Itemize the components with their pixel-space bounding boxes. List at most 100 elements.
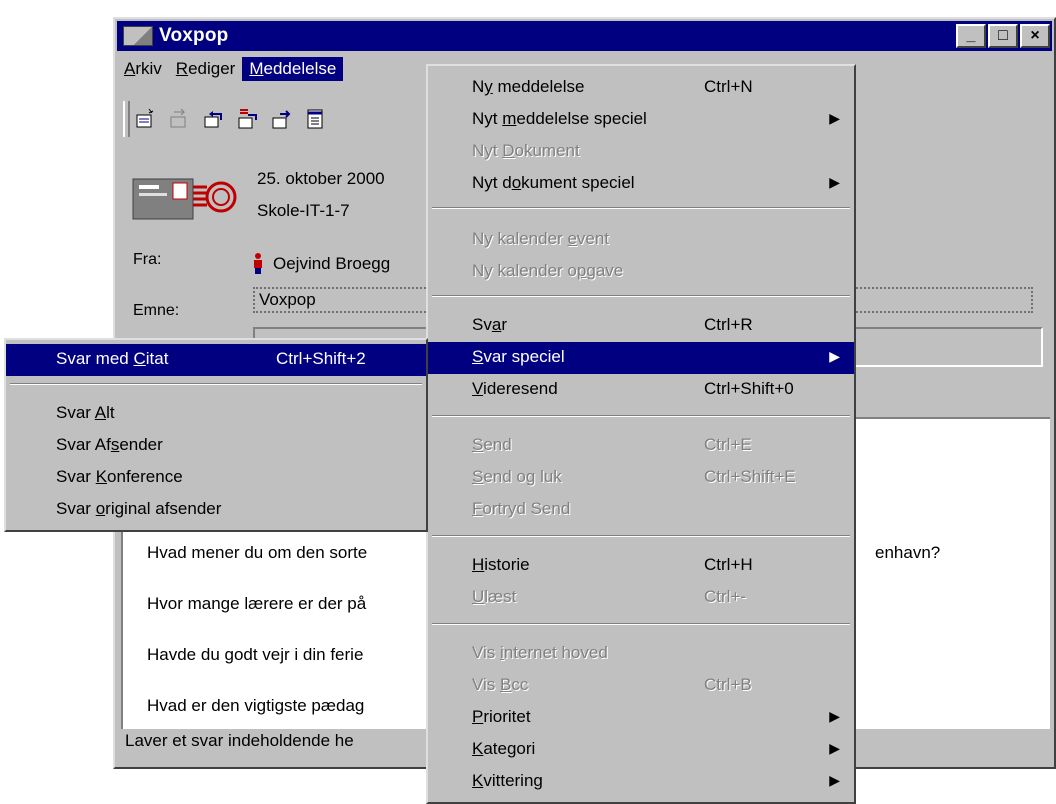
toolbar <box>123 99 423 139</box>
label-post: itat <box>145 349 169 368</box>
menu-rediger-mnemonic: R <box>175 59 189 78</box>
menu-item-svar[interactable]: Svar Ctrl+R <box>428 310 854 342</box>
label-mnemonic: B <box>500 675 512 694</box>
menu-item-nyt-meddelelse-speciel[interactable]: Nyt meddelelse speciel ▶ <box>428 104 854 136</box>
label-pre: Svar Af <box>56 435 111 454</box>
title-bar[interactable]: Voxpop _ □ × <box>117 21 1052 51</box>
submenu-item-svar-afsender[interactable]: Svar Afsender <box>6 430 426 462</box>
submenu-arrow-icon: ▶ <box>829 348 840 364</box>
label-pre: Vis <box>472 643 501 662</box>
menu-item-videresend[interactable]: Videresend Ctrl+Shift+0 <box>428 374 854 406</box>
label-post: meddelelse <box>492 77 585 96</box>
send-button[interactable] <box>269 106 295 132</box>
label-mnemonic: p <box>576 261 587 280</box>
forward-icon <box>170 108 186 128</box>
menu-separator <box>10 383 422 385</box>
menu-rediger-label: ediger <box>188 59 236 78</box>
body-line-2: Hvor mange lærere er der på <box>147 594 367 613</box>
menu-item-send: Send Ctrl+E <box>428 430 854 462</box>
reply-all-icon <box>238 109 257 129</box>
submenu-arrow-icon: ▶ <box>829 708 840 724</box>
menu-item-nyt-dokument: Nyt Dokument <box>428 136 854 168</box>
window-title: Voxpop <box>159 25 229 46</box>
menu-item-fortryd-send: Fortryd Send <box>428 494 854 526</box>
submenu-arrow-icon: ▶ <box>829 110 840 126</box>
label-mnemonic: A <box>94 403 107 422</box>
submenu-item-svar-original-afsender[interactable]: Svar original afsender <box>6 494 426 526</box>
label-post: læst <box>484 587 517 606</box>
label-post: riginal afsender <box>105 499 222 518</box>
submenu-arrow-icon: ▶ <box>829 174 840 190</box>
menu-item-ny-kalender-event: Ny kalender event <box>428 224 854 256</box>
menu-meddelelse[interactable]: Meddelelse <box>242 57 344 81</box>
label-mnemonic: S <box>472 467 484 486</box>
label-pre: Ny kalender o <box>472 261 577 280</box>
submenu-item-svar-med-citat[interactable]: Svar med Citat Ctrl+Shift+2 <box>6 344 426 376</box>
label-mnemonic: K <box>95 467 108 486</box>
label-post: ender <box>119 435 163 454</box>
label-post: end <box>483 435 512 454</box>
close-button[interactable]: × <box>1020 24 1050 48</box>
label-pre: Vis <box>472 675 501 694</box>
label-pre: Svar <box>56 403 95 422</box>
shortcut: Ctrl+Shift+E <box>704 467 796 486</box>
label-mnemonic: S <box>472 435 484 454</box>
label-post: var speciel <box>483 347 565 366</box>
subject-label: Emne: <box>133 302 180 319</box>
menu-separator <box>432 207 850 209</box>
conference-name: Skole-IT-1-7 <box>257 201 350 220</box>
label-pre: Svar <box>56 467 96 486</box>
forward-button[interactable] <box>167 106 193 132</box>
menu-item-ny-kalender-opgave: Ny kalender opgave <box>428 256 854 288</box>
menu-item-vis-internet-hoved: Vis internet hoved <box>428 638 854 670</box>
submenu-item-svar-konference[interactable]: Svar Konference <box>6 462 426 494</box>
menu-separator <box>432 295 850 297</box>
toolbar-grip[interactable] <box>123 101 130 137</box>
maximize-button[interactable]: □ <box>988 24 1018 48</box>
label-post: istorie <box>484 555 530 574</box>
shortcut: Ctrl+- <box>704 587 747 606</box>
status-bar: Laver et svar indeholdende he <box>125 731 354 750</box>
menu-rediger[interactable]: Rediger <box>169 57 243 81</box>
label-pre: Nyt <box>472 141 503 160</box>
menu-item-prioritet[interactable]: Prioritet ▶ <box>428 702 854 734</box>
menu-item-send-og-luk: Send og luk Ctrl+Shift+E <box>428 462 854 494</box>
menu-arkiv-label: rkiv <box>135 59 162 78</box>
label-post: rioritet <box>483 707 531 726</box>
minimize-button[interactable]: _ <box>956 24 986 48</box>
minimize-icon: _ <box>966 27 976 44</box>
menu-arkiv[interactable]: Arkiv <box>117 57 169 81</box>
menu-meddelelse-label: eddelelse <box>263 59 337 78</box>
label-post: ategori <box>483 739 536 758</box>
new-message-button[interactable] <box>133 106 159 132</box>
label-post: vent <box>576 229 610 248</box>
document-button[interactable] <box>303 106 329 132</box>
menu-item-svar-speciel[interactable]: Svar speciel ▶ <box>428 342 854 374</box>
label-mnemonic: K <box>472 771 484 790</box>
menu-item-nyt-dokument-speciel[interactable]: Nyt dokument speciel ▶ <box>428 168 854 200</box>
label-post: kument speciel <box>521 173 635 192</box>
label-post: okument <box>514 141 580 160</box>
menu-item-kategori[interactable]: Kategori ▶ <box>428 734 854 766</box>
shortcut: Ctrl+Shift+2 <box>276 349 366 368</box>
from-value[interactable]: Oejvind Broegg <box>253 253 390 275</box>
label-mnemonic: m <box>502 109 517 128</box>
menu-item-ny-meddelelse[interactable]: Ny meddelelse Ctrl+N <box>428 72 854 104</box>
send-icon <box>272 110 291 129</box>
menu-item-kvittering[interactable]: Kvittering ▶ <box>428 766 854 798</box>
label-post: eddelelse speciel <box>516 109 647 128</box>
label-mnemonic: a <box>491 315 502 334</box>
label-post: end og luk <box>483 467 562 486</box>
shortcut: Ctrl+N <box>704 77 753 96</box>
label-post: vittering <box>483 771 543 790</box>
submenu-item-svar-alt[interactable]: Svar Alt <box>6 398 426 430</box>
reply-button[interactable] <box>201 106 227 132</box>
reply-all-button[interactable] <box>235 106 261 132</box>
menu-item-historie[interactable]: Historie Ctrl+H <box>428 550 854 582</box>
envelope-stamp <box>131 169 241 229</box>
maximize-icon: □ <box>998 27 1008 44</box>
menu-arkiv-mnemonic: A <box>124 59 136 78</box>
from-name: Oejvind Broegg <box>273 254 391 273</box>
label-pre: Nyt <box>472 109 503 128</box>
submenu-arrow-icon: ▶ <box>829 772 840 788</box>
